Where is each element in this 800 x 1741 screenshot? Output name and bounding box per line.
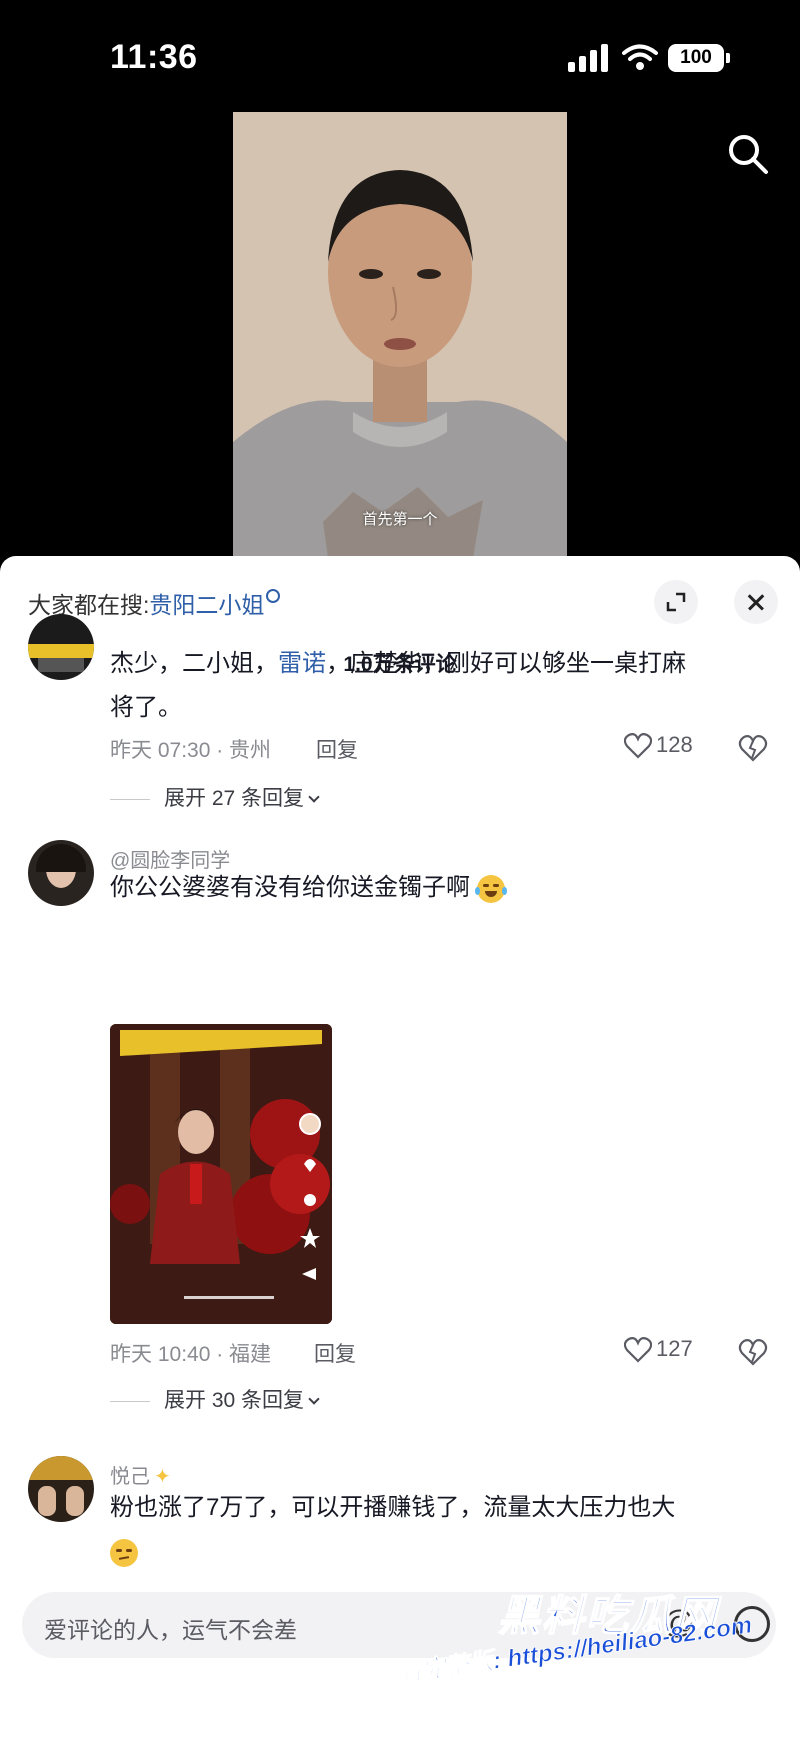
search-small-icon bbox=[266, 589, 281, 603]
comment-text-part: 将了。 bbox=[110, 694, 182, 721]
fullscreen-button[interactable] bbox=[654, 580, 698, 624]
smirk-emoji-icon bbox=[110, 1538, 138, 1567]
signal-icon bbox=[568, 44, 610, 72]
comment-text-part: ，庄楚华，刚好可以够坐一桌打麻 bbox=[326, 650, 686, 677]
expand-replies-label: 展开 27 条回复 bbox=[164, 787, 305, 810]
search-icon[interactable] bbox=[726, 132, 770, 176]
hot-search-prefix: 大家都在搜: bbox=[28, 592, 150, 618]
comment-panel: 大家都在搜:贵阳二小姐 1.0万条评论 杰少，二小姐，雷诺，庄楚华，刚好可以够坐… bbox=[0, 556, 800, 1741]
avatar-detail bbox=[28, 1456, 94, 1480]
hot-search-keyword[interactable]: 贵阳二小姐 bbox=[149, 592, 264, 618]
like-count: 127 bbox=[656, 1336, 693, 1361]
comment-time-location: 昨天 07:30 · 贵州 bbox=[110, 739, 272, 762]
video-player[interactable]: 首先第一个 bbox=[233, 112, 567, 558]
reply-button[interactable]: 回复 bbox=[314, 1338, 356, 1368]
reply-button[interactable]: 回复 bbox=[316, 734, 358, 764]
watermark: 黑料吃瓜网 看完整版: https://heiliao-82.com bbox=[396, 1580, 800, 1720]
comment-username[interactable]: 悦己 ✦ bbox=[110, 1460, 171, 1489]
comment-text: 粉也涨了7万了，可以开播赚钱了，流量太大压力也大 bbox=[110, 1486, 770, 1574]
avatar-figure bbox=[38, 1486, 56, 1516]
status-bar: 11:36 100 bbox=[0, 0, 800, 110]
heart-icon bbox=[624, 733, 652, 759]
chevron-down-icon bbox=[308, 1393, 320, 1405]
avatar-detail bbox=[38, 658, 84, 672]
chevron-down-icon bbox=[308, 791, 320, 803]
expand-replies-label: 展开 30 条回复 bbox=[164, 1389, 305, 1412]
battery-icon: 100 bbox=[668, 44, 730, 72]
status-time: 11:36 bbox=[110, 38, 198, 76]
expand-icon bbox=[666, 592, 686, 612]
comment-mention-link[interactable]: 雷诺 bbox=[278, 650, 326, 677]
divider-line bbox=[110, 798, 150, 800]
comment-text-part: 粉也涨了7万了，可以开播赚钱了，流量太大压力也大 bbox=[110, 1494, 676, 1521]
comment-text: 杰少，二小姐，雷诺，庄楚华，刚好可以够坐一桌打麻将了。 bbox=[110, 642, 770, 730]
video-subtitle: 首先第一个 bbox=[362, 511, 438, 528]
avatar-figure bbox=[66, 1486, 84, 1516]
comment-image-content bbox=[110, 1024, 332, 1324]
comment-time-location: 昨天 10:40 · 福建 bbox=[110, 1343, 272, 1366]
divider-line bbox=[110, 1400, 150, 1402]
comment-username-text: 悦己 bbox=[110, 1466, 150, 1488]
close-button[interactable] bbox=[734, 580, 778, 624]
comment-text-part: 杰少，二小姐， bbox=[110, 650, 278, 677]
comment-image[interactable] bbox=[110, 1024, 332, 1324]
expand-replies-button[interactable]: 展开 30 条回复 bbox=[110, 1384, 320, 1414]
avatar-hair bbox=[36, 844, 86, 872]
avatar[interactable] bbox=[28, 614, 94, 680]
like-button[interactable]: 128 bbox=[624, 732, 693, 759]
wifi-icon bbox=[622, 44, 658, 70]
expand-replies-button[interactable]: 展开 27 条回复 bbox=[110, 782, 320, 812]
comment-text-part: 你公公婆婆有没有给你送金镯子啊 bbox=[110, 874, 470, 901]
avatar[interactable] bbox=[28, 840, 94, 906]
video-frame bbox=[233, 112, 567, 558]
avatar-banner bbox=[28, 644, 94, 658]
sparkle-icon: ✦ bbox=[154, 1466, 171, 1488]
heart-icon bbox=[624, 1337, 652, 1363]
crying-laugh-emoji-icon bbox=[474, 874, 507, 903]
comment-input-placeholder: 爱评论的人，运气不会差 bbox=[44, 1617, 297, 1643]
dislike-icon[interactable] bbox=[738, 1338, 768, 1366]
like-count: 128 bbox=[656, 732, 693, 757]
avatar[interactable] bbox=[28, 1456, 94, 1522]
comment-text: 你公公婆婆有没有给你送金镯子啊 bbox=[110, 866, 770, 910]
dislike-icon[interactable] bbox=[738, 734, 768, 762]
like-button[interactable]: 127 bbox=[624, 1336, 693, 1363]
